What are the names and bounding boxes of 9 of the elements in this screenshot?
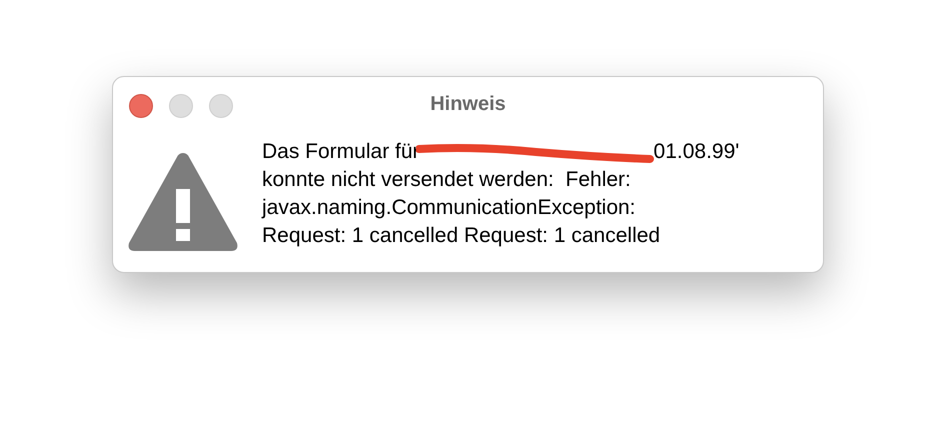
message-text: Das Formular für <box>262 139 420 165</box>
window-title: Hinweis <box>430 92 506 117</box>
message-text: javax.naming.CommunicationException: <box>262 195 637 221</box>
minimize-button[interactable] <box>169 94 193 118</box>
message-text: 01.08.99' <box>654 139 740 165</box>
message-text: konnte nicht versendet werden: Fehler: <box>262 167 632 193</box>
zoom-button[interactable] <box>209 94 233 118</box>
message-text: Request: 1 cancelled Request: 1 cancelled <box>262 223 662 249</box>
close-button[interactable] <box>129 94 153 118</box>
